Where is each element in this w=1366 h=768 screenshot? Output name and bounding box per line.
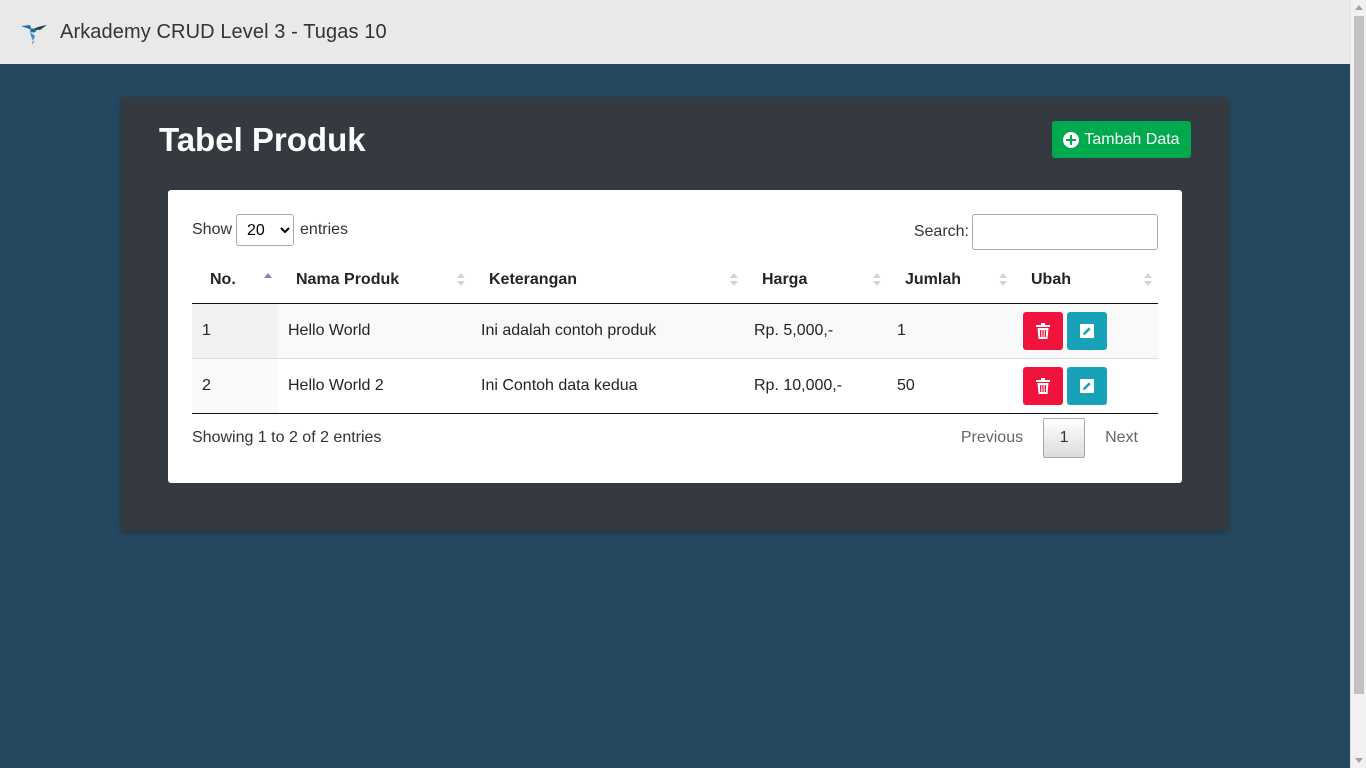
- brand-title[interactable]: Arkademy CRUD Level 3 - Tugas 10: [60, 21, 387, 44]
- cell-harga: Rp. 10,000,-: [744, 358, 887, 414]
- sort-asc-icon: [264, 273, 272, 287]
- delete-button[interactable]: [1023, 366, 1063, 405]
- show-label: Show: [192, 221, 233, 238]
- table-info: Showing 1 to 2 of 2 entries: [192, 429, 382, 446]
- product-table: No. Nama Produk Keterangan Harga Jumlah …: [192, 258, 1158, 414]
- sort-icon: [999, 273, 1007, 287]
- pencil-icon: [1080, 323, 1094, 338]
- table-row: 1 Hello World Ini adalah contoh produk R…: [192, 303, 1158, 359]
- previous-page-button[interactable]: Previous: [941, 429, 1043, 447]
- sort-icon: [873, 273, 881, 287]
- scroll-up-arrow-icon[interactable]: [1355, 5, 1363, 10]
- cell-actions: [1013, 303, 1158, 359]
- cell-nama-produk: Hello World: [278, 303, 471, 359]
- sort-icon: [1144, 273, 1152, 287]
- plus-circle-icon: [1063, 131, 1080, 148]
- cell-keterangan: Ini Contoh data kedua: [471, 358, 744, 414]
- cell-jumlah: 1: [887, 303, 1013, 359]
- entries-label: entries: [300, 221, 349, 238]
- scroll-down-arrow-icon[interactable]: [1355, 758, 1363, 763]
- page-length-select[interactable]: 102050100: [236, 214, 295, 246]
- column-header-no[interactable]: No.: [192, 258, 278, 304]
- cell-jumlah: 50: [887, 358, 1013, 414]
- search-label: Search:: [913, 223, 969, 240]
- cell-actions: [1013, 358, 1158, 414]
- column-header-nama-produk[interactable]: Nama Produk: [278, 258, 471, 304]
- cell-nama-produk: Hello World 2: [278, 358, 471, 414]
- column-header-harga[interactable]: Harga: [744, 258, 887, 304]
- delete-button[interactable]: [1023, 311, 1063, 350]
- add-data-label: Tambah Data: [1084, 130, 1180, 148]
- search-control: Search:: [914, 214, 1158, 250]
- page-title: Tabel Produk: [159, 121, 366, 158]
- cell-harga: Rp. 5,000,-: [744, 303, 887, 359]
- page-scrollbar[interactable]: [1350, 0, 1366, 768]
- pencil-icon: [1080, 378, 1094, 393]
- edit-button[interactable]: [1067, 311, 1107, 350]
- table-card: Show 102050100 entries Search: No. Nama …: [168, 190, 1182, 483]
- sort-icon: [730, 273, 738, 287]
- column-header-ubah[interactable]: Ubah: [1013, 258, 1158, 304]
- table-header-row: No. Nama Produk Keterangan Harga Jumlah …: [192, 258, 1158, 304]
- scrollbar-thumb[interactable]: [1354, 16, 1364, 694]
- main-card: Tabel Produk Tambah Data Show 102050100 …: [121, 97, 1229, 531]
- table-row: 2 Hello World 2 Ini Contoh data kedua Rp…: [192, 358, 1158, 414]
- page-length-control: Show 102050100 entries: [192, 214, 348, 246]
- search-input[interactable]: [972, 214, 1158, 250]
- next-page-button[interactable]: Next: [1085, 429, 1158, 447]
- column-header-keterangan[interactable]: Keterangan: [471, 258, 744, 304]
- sort-icon: [457, 273, 465, 287]
- hummingbird-logo-icon[interactable]: [18, 17, 50, 47]
- cell-no: 2: [192, 358, 278, 414]
- trash-icon: [1036, 322, 1050, 339]
- column-header-jumlah[interactable]: Jumlah: [887, 258, 1013, 304]
- trash-icon: [1036, 377, 1050, 394]
- pagination: Previous 1 Next: [941, 418, 1158, 458]
- cell-keterangan: Ini adalah contoh produk: [471, 303, 744, 359]
- page-1-button[interactable]: 1: [1043, 418, 1086, 458]
- navbar: Arkademy CRUD Level 3 - Tugas 10: [0, 0, 1350, 64]
- add-data-button[interactable]: Tambah Data: [1052, 121, 1191, 158]
- edit-button[interactable]: [1067, 366, 1107, 405]
- cell-no: 1: [192, 303, 278, 359]
